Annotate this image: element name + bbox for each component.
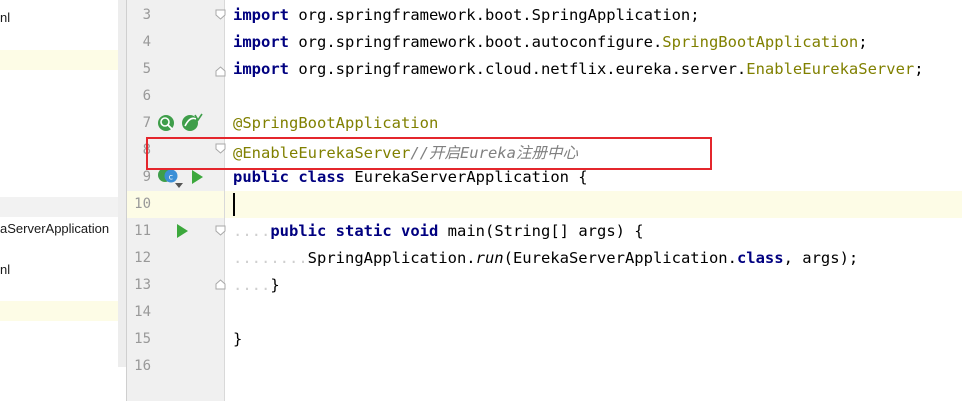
code-line-15[interactable]: } xyxy=(233,330,242,348)
current-line-highlight xyxy=(127,191,962,218)
gutter-divider xyxy=(224,0,225,401)
code-line-12[interactable]: ........SpringApplication.run(EurekaServ… xyxy=(233,249,858,267)
keyword-import: import xyxy=(233,33,289,51)
project-tree-selected-row[interactable] xyxy=(0,197,118,217)
statement-end: , args); xyxy=(783,249,859,267)
indent-guide: .... xyxy=(233,276,271,294)
import-class: EnableEurekaServer xyxy=(746,60,915,78)
annotation: @SpringBootApplication xyxy=(233,114,439,132)
project-tree-highlight-row xyxy=(0,50,118,70)
import-path: org.springframework.boot.autoconfigure. xyxy=(289,33,663,51)
line-number: 15 xyxy=(134,331,151,347)
line-number: 11 xyxy=(134,223,151,239)
code-line-5[interactable]: import org.springframework.cloud.netflix… xyxy=(233,60,924,78)
chevron-down-icon[interactable] xyxy=(174,182,184,190)
line-number: 7 xyxy=(142,115,151,131)
import-path: org.springframework.cloud.netflix.eureka… xyxy=(289,60,747,78)
spring-bean-icon[interactable] xyxy=(180,112,204,134)
import-class: SpringBootApplication xyxy=(662,33,859,51)
keyword-import: import xyxy=(233,60,289,78)
indent-guide: .... xyxy=(233,222,271,240)
code-line-4[interactable]: import org.springframework.boot.autoconf… xyxy=(233,33,868,51)
project-tree-highlight-row xyxy=(0,301,118,321)
keyword-public: public xyxy=(233,168,289,186)
line-number: 5 xyxy=(142,61,151,77)
closing-brace: } xyxy=(270,276,280,294)
text-caret xyxy=(233,193,235,216)
statement-end: ; xyxy=(914,60,924,78)
project-tree-item[interactable]: nl xyxy=(0,262,10,277)
indent-guide: ........ xyxy=(233,249,308,267)
statement-end: ; xyxy=(858,33,868,51)
code-line-9[interactable]: public class EurekaServerApplication { xyxy=(233,168,588,186)
code-line-11[interactable]: ....public static void main(String[] arg… xyxy=(233,222,644,240)
code-line-7[interactable]: @SpringBootApplication xyxy=(233,114,438,132)
line-number: 9 xyxy=(142,169,151,185)
call-args: (EurekaServerApplication. xyxy=(503,249,737,267)
call-target: SpringApplication. xyxy=(307,249,476,267)
import-path: org.springframework.boot.SpringApplicati… xyxy=(289,6,700,24)
line-number: 3 xyxy=(142,7,151,23)
code-line-3[interactable]: import org.springframework.boot.SpringAp… xyxy=(233,6,700,24)
fold-marker-icon[interactable] xyxy=(215,9,226,20)
project-panel-scrollbar[interactable] xyxy=(118,0,126,367)
keyword-import: import xyxy=(233,6,289,24)
keyword-public: public xyxy=(270,222,327,240)
keyword-class: class xyxy=(298,168,346,186)
line-number: 4 xyxy=(142,34,151,50)
method-signature: main(String[] args) { xyxy=(438,222,644,240)
line-number: 10 xyxy=(134,196,151,212)
closing-brace: } xyxy=(233,330,243,348)
line-number: 12 xyxy=(134,250,151,266)
run-icon[interactable] xyxy=(175,223,189,239)
code-line-13[interactable]: ....} xyxy=(233,276,280,294)
project-tree-item[interactable]: nl xyxy=(0,10,10,25)
keyword-static: static xyxy=(335,222,392,240)
line-number: 6 xyxy=(142,88,151,104)
project-panel: nl aServerApplication nl xyxy=(0,0,126,401)
run-icon[interactable] xyxy=(190,169,204,185)
svg-text:c: c xyxy=(169,172,173,181)
fold-marker-icon[interactable] xyxy=(215,225,226,236)
line-number: 14 xyxy=(134,304,151,320)
method-call: run xyxy=(475,249,504,267)
project-tree-item[interactable]: aServerApplication xyxy=(0,221,109,236)
fold-end-icon[interactable] xyxy=(215,66,226,77)
keyword-void: void xyxy=(401,222,439,240)
line-number: 13 xyxy=(134,277,151,293)
keyword-class: class xyxy=(736,249,784,267)
fold-end-icon[interactable] xyxy=(215,279,226,290)
class-declaration: EurekaServerApplication { xyxy=(345,168,588,186)
bean-inspect-icon[interactable] xyxy=(156,113,178,135)
highlight-box xyxy=(146,137,712,170)
line-number: 16 xyxy=(134,358,151,374)
